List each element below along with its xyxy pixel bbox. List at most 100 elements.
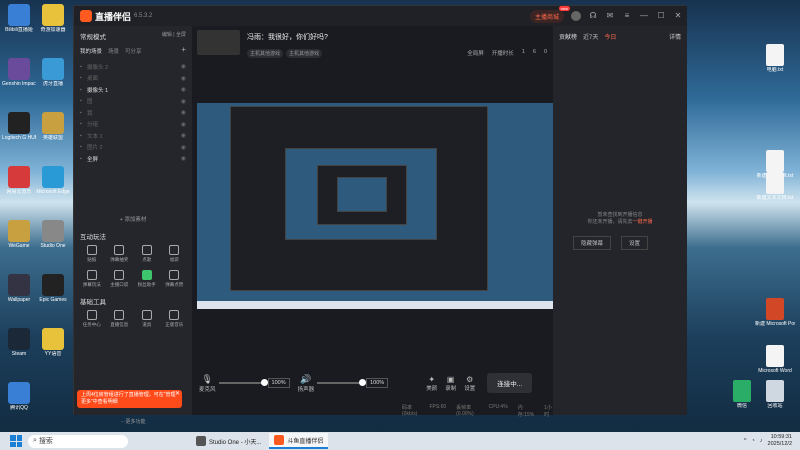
mic-icon[interactable]: 🎙 <box>202 374 213 385</box>
one-click-live-link[interactable]: 一键开播 <box>633 219 653 225</box>
mode-links[interactable]: 编辑 | 全屏 <box>162 31 186 41</box>
tool-0[interactable]: 任务中心 <box>78 309 106 328</box>
eye-icon[interactable]: ◉ <box>181 86 186 93</box>
clock[interactable]: 10:59:31 2025/12/2 <box>768 434 792 448</box>
desktop-icon[interactable]: WeGame <box>2 220 36 249</box>
tab-7days[interactable]: 近7天 <box>583 32 598 41</box>
tool-7[interactable]: 弹幕点赞 <box>161 269 189 288</box>
close-icon[interactable]: ✕ <box>175 391 180 398</box>
speaker-volume-value[interactable]: 100% <box>366 378 389 388</box>
source-item[interactable]: ▪ 文本 1 ◉ <box>80 130 186 142</box>
stream-cover[interactable] <box>197 30 240 55</box>
tab-today[interactable]: 今日 <box>604 32 616 41</box>
taskbar-app[interactable]: Studio One - 小天... <box>191 433 266 449</box>
desktop-icon[interactable]: Epic Games <box>36 274 70 303</box>
desktop-icon[interactable]: Bilibili直播姬 <box>2 4 36 33</box>
menu-icon[interactable]: ≡ <box>622 11 632 21</box>
danmaku-settings-button[interactable]: 设置 <box>621 236 649 250</box>
desktop-icon[interactable]: 电脑.txt <box>755 44 795 73</box>
windows-start-icon[interactable] <box>10 435 22 447</box>
speaker-slider-knob[interactable] <box>359 379 367 386</box>
eye-icon[interactable]: ◉ <box>181 63 186 70</box>
eye-icon[interactable]: ◉ <box>181 98 186 105</box>
tool-4[interactable]: 弹幕玩法 <box>78 269 106 288</box>
start-live-button[interactable]: 连接中... <box>487 373 533 393</box>
desktop-icon[interactable]: 新建 Microsoft PowerPoint <box>755 298 795 327</box>
volume-icon[interactable]: ♪ <box>760 438 763 444</box>
mode-selector[interactable]: 常规模式 <box>80 31 106 41</box>
hide-danmaku-button[interactable]: 隐藏弹幕 <box>573 236 612 250</box>
avatar[interactable] <box>571 11 581 21</box>
mic-slider-knob[interactable] <box>260 379 268 386</box>
notice-toast[interactable]: 上周4位房管组进行了直播管理，可在“管理更多”中查看明细 ✕ <box>77 390 182 408</box>
tool-3[interactable]: 正版音乐 <box>161 309 189 328</box>
tool-3[interactable]: 福袋 <box>161 244 189 263</box>
source-item[interactable]: ▪ 分组 ◉ <box>80 119 186 131</box>
source-item[interactable]: ▪ 桌面 ◉ <box>80 73 186 85</box>
mail-icon[interactable]: ✉ <box>605 11 615 21</box>
source-item[interactable]: ▪ 图 ◉ <box>80 96 186 108</box>
stream-title[interactable]: 冯雨：我很好，你们好吗? <box>247 32 328 42</box>
details-link[interactable]: 详情 <box>669 32 681 41</box>
desktop-icon[interactable]: 奇游加速器 <box>36 4 70 33</box>
chevron-up-icon[interactable]: ^ <box>744 438 747 444</box>
tab-shareable[interactable]: 可分享 <box>125 47 142 55</box>
tool-5[interactable]: 主播口袋 <box>106 269 134 288</box>
settings-button[interactable]: ⚙ 设置 <box>464 375 475 392</box>
mic-volume-value[interactable]: 100% <box>267 378 290 388</box>
eye-icon[interactable]: ◉ <box>181 109 186 116</box>
source-item[interactable]: ▪ 我 ◉ <box>80 107 186 119</box>
speaker-volume-slider[interactable] <box>317 379 367 386</box>
taskbar-search[interactable]: ⌕ 搜索 <box>28 434 128 448</box>
desktop-icon[interactable]: 新建文本文档.txt <box>755 172 795 201</box>
category-tag[interactable]: 主机其他游戏 <box>247 49 284 58</box>
desktop-icon[interactable]: Wallpaper <box>2 274 36 303</box>
desktop-icon[interactable]: Logitech G HUB <box>2 112 36 141</box>
tab-scenes[interactable]: 场景 <box>108 47 119 55</box>
tab-my-scenes[interactable]: 我的场景 <box>80 47 102 55</box>
tool-1[interactable]: 弹幕抽奖 <box>106 244 134 263</box>
eye-icon[interactable]: ◉ <box>181 144 186 151</box>
desktop-icon[interactable]: 网易云音乐 <box>2 166 36 195</box>
speaker-icon[interactable]: 🔊 <box>300 374 311 385</box>
eye-icon[interactable]: ◉ <box>181 155 186 162</box>
close-icon[interactable]: ✕ <box>673 11 683 21</box>
tool-0[interactable]: 贴纸 <box>78 244 106 263</box>
desktop-icon[interactable]: Microsoft Edge <box>36 166 70 195</box>
tool-2[interactable]: 点歌 <box>133 244 161 263</box>
source-item[interactable]: ▪ 摄像头 2 ◉ <box>80 61 186 73</box>
shop-button[interactable]: 主播商城 new <box>529 5 570 23</box>
desktop-icon[interactable]: Steam <box>2 328 36 357</box>
desktop-icon[interactable]: YY语音 <box>36 328 70 357</box>
tool-1[interactable]: 直播信息 <box>106 309 134 328</box>
desktop-icon[interactable]: Studio One <box>36 220 70 249</box>
tool-2[interactable]: 道具 <box>133 309 161 328</box>
live-preview[interactable] <box>197 103 564 309</box>
eye-icon[interactable]: ◉ <box>181 121 186 128</box>
desktop-icon[interactable]: 腾讯QQ <box>2 382 36 411</box>
desktop-icon[interactable]: Genshin Impact <box>2 58 36 87</box>
eye-icon[interactable]: ◉ <box>181 132 186 139</box>
desktop-icon[interactable]: Microsoft Word <box>755 345 795 374</box>
more-features-button[interactable]: ···更多功能 <box>74 418 192 425</box>
record-button[interactable]: ▣ 录制 <box>445 375 456 392</box>
minimize-icon[interactable]: — <box>639 11 649 21</box>
source-item[interactable]: ▪ 摄像头 1 ◉ <box>80 84 186 96</box>
beauty-button[interactable]: ✦ 美颜 <box>426 375 437 392</box>
desktop-icon[interactable]: 虎牙直播 <box>36 58 70 87</box>
category-tag[interactable]: 主机其他游戏 <box>286 49 323 58</box>
source-item[interactable]: ▪ 全屏 ◉ <box>80 153 186 165</box>
network-icon[interactable]: ◔ <box>751 438 754 444</box>
desktop-icon[interactable]: 英雄联盟 <box>36 112 70 141</box>
headset-icon[interactable]: ☊ <box>588 11 598 21</box>
add-source-button[interactable]: + 添加素材 <box>74 215 192 223</box>
source-item[interactable]: ▪ 图片 2 ◉ <box>80 142 186 154</box>
stat-fullscreen[interactable]: 全局屏 <box>467 49 484 57</box>
eye-icon[interactable]: ◉ <box>181 75 186 82</box>
mic-volume-slider[interactable] <box>218 379 268 386</box>
taskbar-app[interactable]: 斗鱼直播伴侣 <box>269 433 329 449</box>
add-scene-icon[interactable]: + <box>181 46 186 55</box>
tab-contribution[interactable]: 贡献榜 <box>559 32 577 41</box>
maximize-icon[interactable]: ☐ <box>656 11 666 21</box>
desktop-icon[interactable]: 回收站 <box>755 380 795 409</box>
